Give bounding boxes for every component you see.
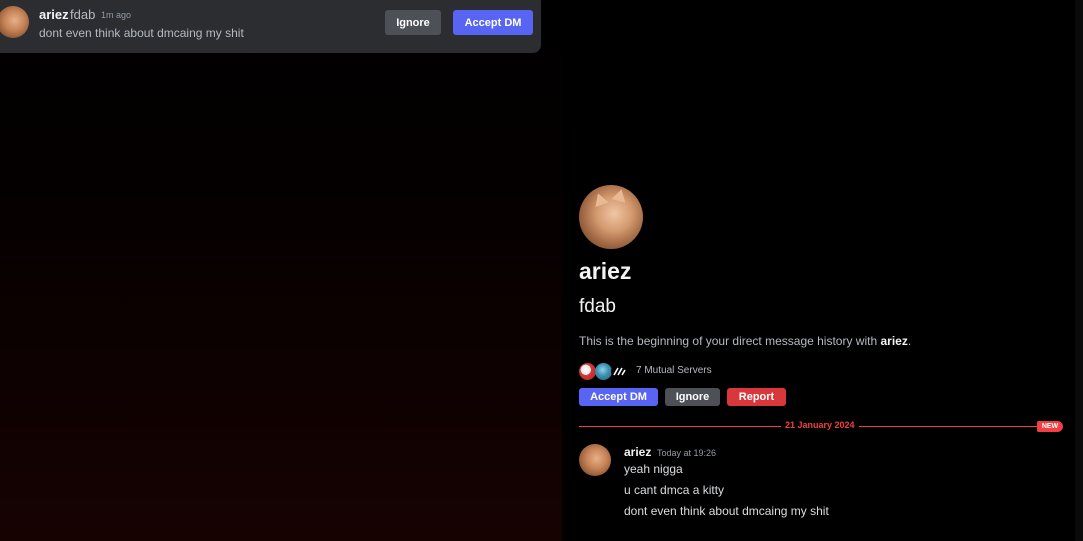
dm-intro-text: This is the beginning of your direct mes…	[579, 334, 911, 348]
intro-prefix: This is the beginning of your direct mes…	[579, 334, 881, 348]
notification-time: 1m ago	[101, 10, 132, 20]
notification-author: ariez	[39, 7, 69, 22]
ignore-button[interactable]: Ignore	[665, 388, 720, 406]
mutual-servers-link[interactable]: 7 Mutual Servers	[636, 365, 712, 376]
intro-suffix: .	[907, 334, 912, 348]
server-icon[interactable]	[595, 363, 612, 380]
profile-avatar[interactable]	[579, 185, 643, 249]
avatar	[0, 6, 29, 38]
new-messages-divider	[579, 426, 781, 427]
server-icon[interactable]	[579, 363, 596, 380]
slash-logo-icon	[613, 367, 626, 376]
intro-name: ariez	[880, 334, 908, 348]
profile-name: ariez	[579, 258, 632, 284]
server-icon[interactable]	[611, 363, 628, 380]
message-line: dont even think about dmcaing my shit	[624, 504, 829, 518]
ignore-button[interactable]: Ignore	[385, 10, 441, 35]
notification-handle: fdab	[70, 7, 96, 22]
background-left	[0, 0, 562, 541]
message-line: yeah nigga	[624, 462, 683, 476]
message-author[interactable]: ariez	[624, 445, 651, 459]
report-button[interactable]: Report	[727, 388, 786, 406]
message-timestamp: Today at 19:26	[657, 448, 717, 458]
message-avatar[interactable]	[579, 444, 611, 476]
cat-ear-icon	[611, 187, 629, 203]
scrollbar-track[interactable]	[1075, 0, 1083, 541]
divider-date: 21 January 2024	[781, 420, 859, 430]
notification-message: dont even think about dmcaing my shit	[39, 26, 244, 40]
profile-handle: fdab	[579, 296, 616, 317]
accept-dm-button[interactable]: Accept DM	[579, 388, 658, 406]
message-line: u cant dmca a kitty	[624, 483, 725, 497]
cat-ear-icon	[591, 190, 609, 208]
new-messages-divider	[858, 426, 1038, 427]
new-badge: NEW	[1037, 421, 1063, 432]
dm-channel-area	[562, 0, 1075, 541]
accept-dm-button[interactable]: Accept DM	[453, 10, 533, 35]
message-request-notification[interactable]: ariez fdab 1m ago dont even think about …	[0, 0, 541, 53]
